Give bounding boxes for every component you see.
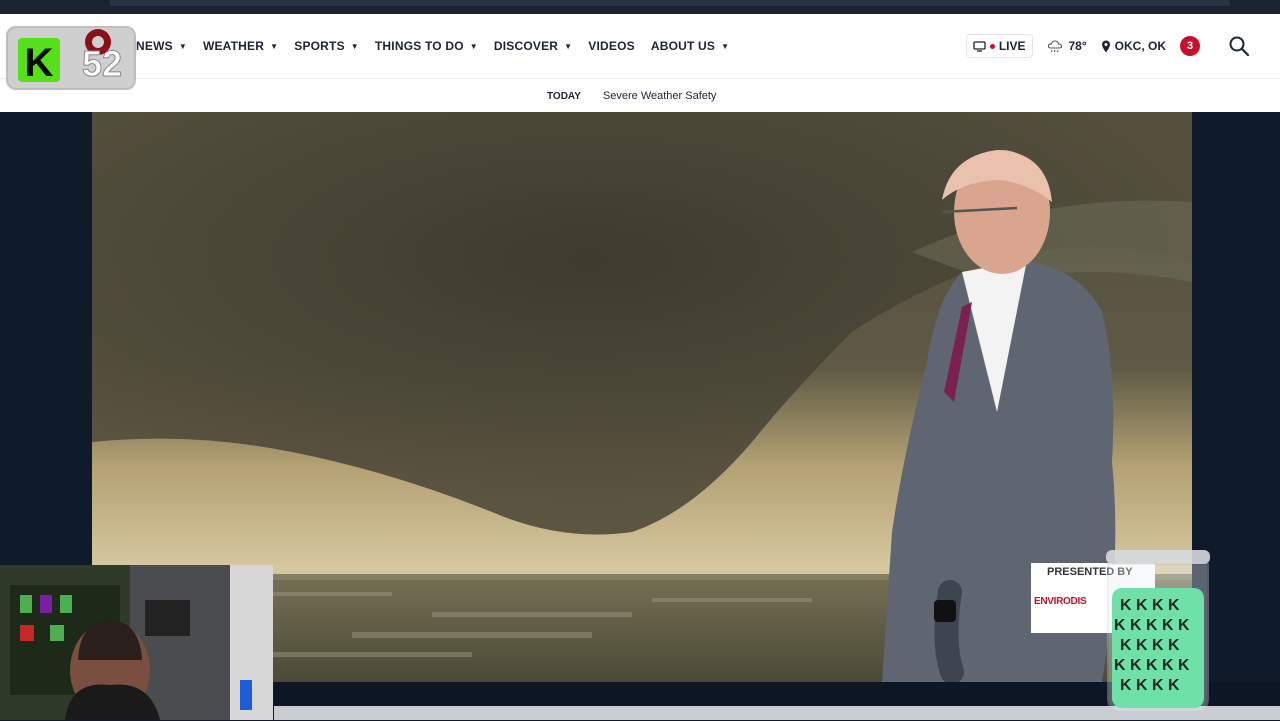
streamer-webcam <box>0 565 273 720</box>
temperature: 78° <box>1068 39 1087 53</box>
severe-weather-safety-link[interactable]: Severe Weather Safety <box>603 90 717 102</box>
nav-item-label: SPORTS <box>294 39 345 53</box>
cloud-rain-icon <box>1047 40 1062 53</box>
nav-item-things-to-do[interactable]: THINGS TO DO ▼ <box>375 39 478 53</box>
nav-item-videos[interactable]: VIDEOS <box>588 39 635 53</box>
nav-item-weather[interactable]: WEATHER ▼ <box>203 39 278 53</box>
chevron-down-icon: ▼ <box>178 41 187 51</box>
jar-graphic: K K K K K K K K K K K K K K K K K K K K … <box>1106 550 1210 713</box>
weather-widget[interactable]: 78° <box>1047 39 1087 53</box>
tv-icon <box>973 40 986 52</box>
chevron-down-icon: ▼ <box>721 41 730 51</box>
nav-item-label: THINGS TO DO <box>374 39 464 53</box>
notification-badge[interactable]: 3 <box>1180 36 1200 56</box>
logo-graphic: K 52 <box>18 29 123 85</box>
svg-text:K K K K: K K K K <box>1120 637 1180 654</box>
nav-item-label: DISCOVER <box>493 39 559 53</box>
header-utilities: LIVE 78° OKC, OK 3 <box>965 14 1250 78</box>
channel-number: 52 <box>82 43 122 84</box>
nav-item-label: VIDEOS <box>588 39 635 53</box>
location-selector[interactable]: OKC, OK <box>1101 39 1166 53</box>
sub-nav: TODAY Severe Weather Safety <box>0 78 1280 112</box>
svg-text:K K K K K: K K K K K <box>1114 617 1190 634</box>
browser-bar <box>110 0 1230 6</box>
live-button[interactable]: LIVE <box>965 34 1033 58</box>
channel-logo[interactable]: K 52 <box>6 26 136 90</box>
webcam-image <box>0 565 273 720</box>
chevron-down-icon: ▼ <box>270 41 279 51</box>
chevron-down-icon: ▼ <box>564 41 573 51</box>
location-label: OKC, OK <box>1114 39 1166 53</box>
search-icon[interactable] <box>1228 35 1250 57</box>
map-pin-icon <box>1101 40 1110 52</box>
svg-text:K K K K: K K K K <box>1120 677 1180 694</box>
chevron-down-icon: ▼ <box>350 41 359 51</box>
svg-text:K K K K: K K K K <box>1120 597 1180 614</box>
nav-item-about-us[interactable]: ABOUT US ▼ <box>651 39 729 53</box>
sponsor-brand: ENVIRODIS <box>1034 596 1087 607</box>
nav-item-sports[interactable]: SPORTS ▼ <box>294 39 359 53</box>
live-label: LIVE <box>998 39 1026 53</box>
main-nav: NEWS ▼ WEATHER ▼ SPORTS ▼ THINGS TO DO ▼ DIS… <box>136 14 729 78</box>
site-header: NEWS ▼ WEATHER ▼ SPORTS ▼ THINGS TO DO ▼ DIS… <box>0 14 1280 78</box>
nav-item-discover[interactable]: DISCOVER ▼ <box>494 39 572 53</box>
nav-item-label: ABOUT US <box>650 39 716 53</box>
nav-item-label: NEWS <box>136 39 173 53</box>
nav-item-news[interactable]: NEWS ▼ <box>136 39 187 53</box>
logo-letter: K <box>25 41 54 85</box>
browser-top-strip <box>0 0 1280 14</box>
svg-text:K K K K K: K K K K K <box>1114 657 1190 674</box>
live-indicator <box>989 43 995 49</box>
chevron-down-icon: ▼ <box>469 41 478 51</box>
kick-jar-overlay: K K K K K K K K K K K K K K K K K K K K … <box>1100 548 1216 716</box>
nav-item-label: WEATHER <box>202 39 265 53</box>
subnav-today-label: TODAY <box>547 90 581 102</box>
